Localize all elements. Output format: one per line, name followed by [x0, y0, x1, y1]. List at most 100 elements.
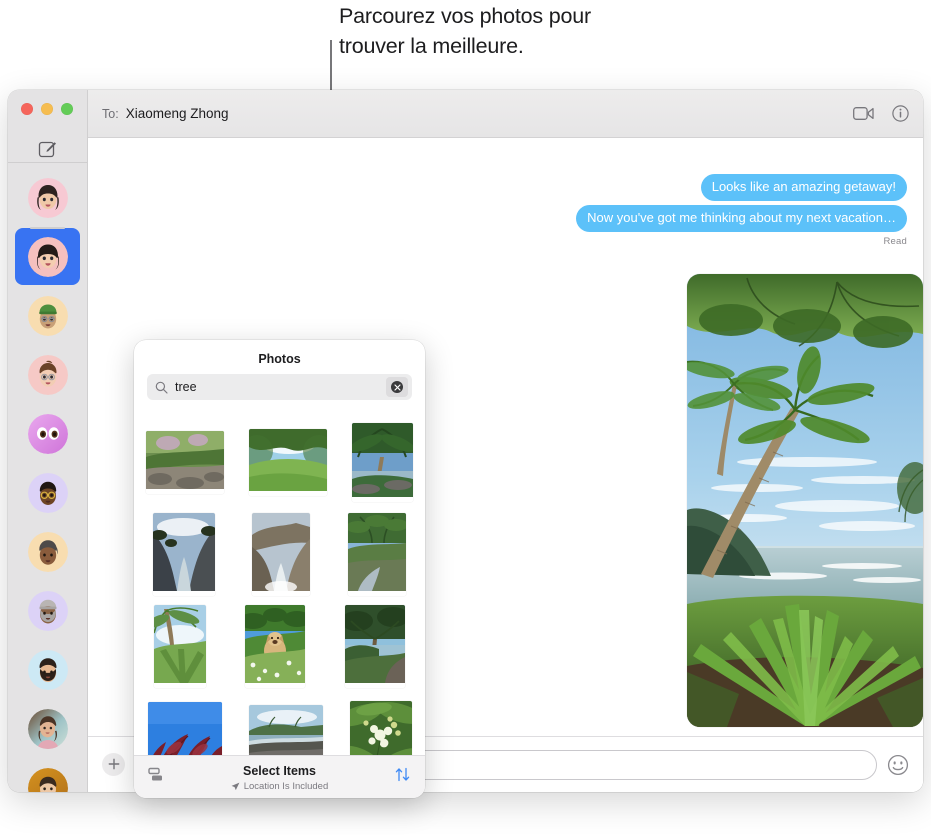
message-row: Looks like an amazing getaway! — [104, 174, 907, 201]
location-included-row: Location Is Included — [134, 780, 425, 793]
photo-thumb-image — [248, 704, 323, 755]
emoji-picker-button[interactable] — [887, 754, 909, 776]
read-receipt: Read — [883, 236, 907, 247]
zoom-button[interactable] — [61, 103, 73, 115]
photo-search-field[interactable] — [147, 374, 412, 400]
minimize-button[interactable] — [41, 103, 53, 115]
memoji-eyes-avatar — [27, 413, 68, 454]
select-items-label: Select Items — [243, 763, 316, 778]
sort-button[interactable] — [394, 766, 411, 788]
titlebar-actions — [853, 105, 909, 122]
memoji-beard-blue-avatar — [27, 649, 68, 690]
photo-thumb-image — [248, 428, 327, 491]
sidebar-item-conversation-6[interactable] — [8, 463, 87, 522]
search-icon — [155, 381, 168, 394]
close-button[interactable] — [21, 103, 33, 115]
photo-thumb-image — [348, 512, 407, 591]
memoji-woman-bob-avatar — [27, 236, 68, 277]
sidebar-item-conversation-2[interactable] — [8, 227, 87, 286]
facetime-button[interactable] — [853, 106, 874, 121]
layout-toggle-icon — [148, 767, 162, 781]
photo-thumb-river-jungle[interactable] — [348, 512, 407, 596]
memoji-woman-glasses-avatar — [27, 354, 68, 395]
message-attachment-photo[interactable] — [687, 274, 923, 727]
photo-woman-portrait-avatar — [27, 708, 68, 749]
photo-grid-row — [134, 416, 425, 508]
photo-thumb-image — [245, 604, 306, 683]
search-input[interactable] — [175, 380, 386, 394]
popover-footer-labels: Select Items Location Is Included — [134, 762, 425, 793]
sidebar-item-conversation-9[interactable] — [8, 640, 87, 699]
photo-thumb-image — [147, 701, 222, 755]
layout-toggle-button[interactable] — [148, 767, 163, 787]
video-camera-icon — [853, 107, 874, 120]
photo-person-portrait-avatar — [27, 767, 68, 792]
photo-grid-row — [134, 508, 425, 600]
photo-grid — [134, 410, 425, 755]
photo-thumb-dog-flowers[interactable] — [245, 604, 306, 688]
to-label: To: — [102, 106, 119, 121]
photo-thumb-image — [345, 604, 406, 683]
photo-thumb-image — [153, 604, 206, 683]
sidebar-item-conversation-7[interactable] — [8, 522, 87, 581]
photo-thumb-rocky-shore[interactable] — [252, 512, 311, 596]
tropical-beach-palm-photo — [687, 274, 923, 727]
message-bubble-sent[interactable]: Looks like an amazing getaway! — [700, 174, 907, 201]
message-row: Now you've got me thinking about my next… — [104, 205, 907, 232]
sidebar-item-conversation-8[interactable] — [8, 581, 87, 640]
photo-grid-row — [134, 600, 425, 692]
photo-thumb-image — [152, 512, 215, 591]
sort-arrows-icon — [395, 767, 410, 782]
sidebar-item-conversation-11[interactable] — [8, 758, 87, 792]
clear-search-button[interactable] — [386, 377, 408, 397]
sidebar-item-conversation-3[interactable] — [8, 286, 87, 345]
photo-thumb-palms-sky[interactable] — [153, 604, 206, 688]
memoji-round-glasses-avatar — [27, 472, 68, 513]
compose-icon — [38, 141, 56, 157]
screenshot-root: Parcourez vos photos pour trouver la mei… — [0, 0, 931, 835]
callout-text: Parcourez vos photos pour trouver la mei… — [339, 4, 591, 58]
photo-thumb-sea-cliffs[interactable] — [152, 512, 215, 596]
photo-thumb-green-meadow[interactable] — [248, 428, 327, 496]
sidebar-item-conversation-4[interactable] — [8, 345, 87, 404]
popover-title: Photos — [258, 352, 301, 366]
message-bubble-sent[interactable]: Now you've got me thinking about my next… — [576, 205, 907, 232]
close-x-icon — [393, 383, 401, 391]
photo-thumb-image — [351, 422, 413, 497]
memoji-gray-hair-avatar — [27, 531, 68, 572]
photo-thumb-palm-coast[interactable] — [351, 422, 413, 502]
photo-thumb-image — [252, 512, 311, 593]
smiley-icon — [887, 754, 909, 775]
photo-thumb-black-sand-beach[interactable] — [248, 704, 323, 755]
sidebar-item-conversation-5[interactable] — [8, 404, 87, 463]
details-button[interactable] — [892, 105, 909, 122]
add-attachment-button[interactable] — [102, 753, 125, 776]
popover-footer: Select Items Location Is Included — [134, 755, 425, 798]
photo-thumb-red-leaves-sky[interactable] — [147, 701, 222, 755]
sidebar-divider — [8, 162, 87, 163]
clear-circle-icon — [391, 381, 403, 393]
conversation-list — [8, 168, 87, 792]
memoji-green-beanie-avatar — [27, 295, 68, 336]
conversations-sidebar — [8, 90, 88, 792]
photo-thumb-image — [349, 700, 412, 755]
traffic-lights — [21, 103, 73, 115]
plus-icon — [108, 758, 119, 770]
compose-message-button[interactable] — [8, 134, 87, 162]
photo-thumb-forest-rocks[interactable] — [146, 430, 225, 494]
memoji-woman-dark-hair-avatar — [27, 177, 68, 218]
memoji-beanie-beard-avatar — [27, 590, 68, 631]
info-circle-icon — [892, 105, 909, 122]
recipient-name[interactable]: Xiaomeng Zhong — [126, 106, 229, 121]
photo-thumb-coastal-path[interactable] — [345, 604, 406, 688]
photo-grid-row — [134, 692, 425, 755]
photo-thumb-image — [146, 430, 225, 489]
location-included-label: Location Is Included — [243, 780, 329, 792]
sidebar-item-conversation-1[interactable] — [8, 168, 87, 227]
photo-thumb-white-blossom[interactable] — [349, 700, 412, 755]
location-arrow-icon — [231, 782, 240, 790]
photos-popover: Photos tree Select Items Location Is Inc… — [134, 340, 425, 798]
sidebar-item-conversation-10[interactable] — [8, 699, 87, 758]
conversation-titlebar: To: Xiaomeng Zhong — [88, 90, 923, 138]
list-separator — [30, 227, 65, 229]
